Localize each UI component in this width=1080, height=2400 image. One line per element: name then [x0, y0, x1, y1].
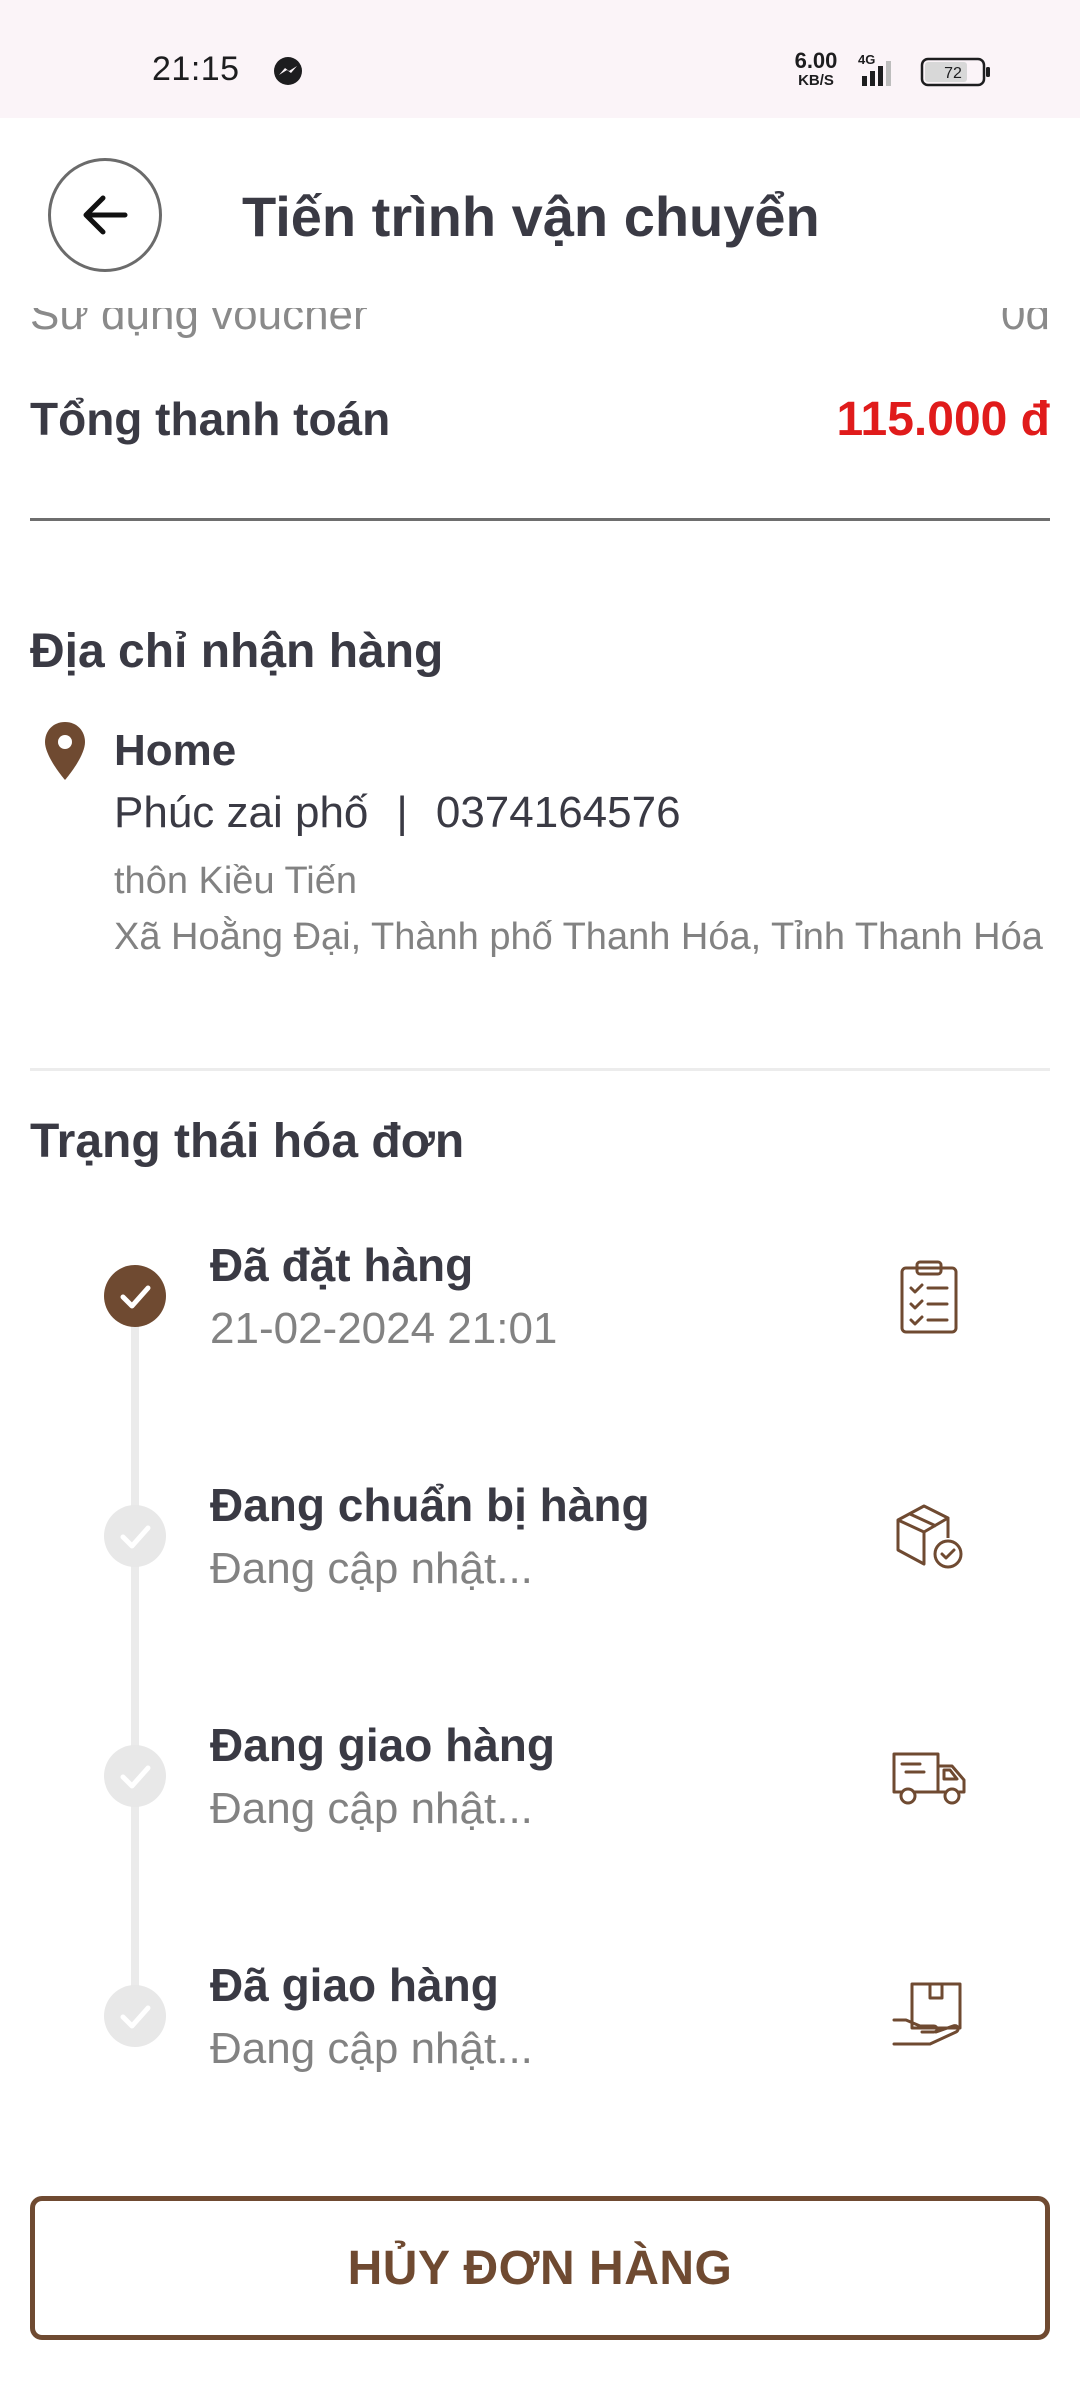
- address-line-1: thôn Kiều Tiến: [114, 860, 357, 902]
- network-speed-value: 6.00: [794, 48, 838, 73]
- total-payment-row: Tổng thanh toán 115.000 đ: [30, 392, 1050, 452]
- network-speed-unit: KB/S: [798, 72, 834, 89]
- address-line-2: Xã Hoằng Đại, Thành phố Thanh Hóa, Tỉnh …: [114, 916, 1043, 958]
- step-subtitle: Đang cập nhật...: [210, 1544, 533, 1593]
- signal-icon: 4G: [858, 52, 891, 86]
- clipboard-checklist-icon: [900, 1260, 958, 1334]
- contact-separator: |: [396, 788, 408, 837]
- cancel-order-button[interactable]: HỦY ĐƠN HÀNG: [30, 2196, 1050, 2340]
- timeline-track: [131, 1325, 139, 2005]
- step-title: Đã giao hàng: [210, 1959, 499, 2011]
- box-check-icon: [896, 1504, 963, 1569]
- check-icon: [120, 2005, 151, 2029]
- recipient-phone: 0374164576: [435, 788, 681, 837]
- messenger-icon: [274, 57, 302, 85]
- step-subtitle: Đang cập nhật...: [210, 1784, 533, 1833]
- status-time: 21:15: [152, 50, 240, 88]
- total-payment-label: Tổng thanh toán: [30, 393, 391, 445]
- recipient-name: Phúc zai phố: [114, 788, 369, 837]
- step-title: Đã đặt hàng: [210, 1239, 474, 1291]
- app-header: Tiến trình vận chuyển: [0, 118, 1080, 308]
- network-speed: 6.00 KB/S: [786, 48, 846, 89]
- back-button[interactable]: [48, 158, 162, 272]
- check-icon: [120, 1285, 151, 1309]
- page-title: Tiến trình vận chuyển: [242, 185, 820, 248]
- total-payment-value: 115.000 đ: [836, 393, 1050, 446]
- step-status-dot: [104, 1745, 166, 1807]
- check-icon: [120, 1765, 151, 1789]
- battery-level: 72: [944, 65, 962, 82]
- step-status-dot: [104, 1265, 166, 1327]
- step-subtitle: 21-02-2024 21:01: [210, 1304, 558, 1353]
- check-icon: [120, 1525, 151, 1549]
- package-hand-icon: [892, 1982, 962, 2046]
- status-bar: 21:15 6.00 KB/S 4G 72: [0, 0, 1080, 118]
- step-subtitle: Đang cập nhật...: [210, 2024, 533, 2073]
- step-title: Đang chuẩn bị hàng: [210, 1479, 650, 1531]
- divider: [30, 1068, 1050, 1071]
- battery-icon: 72: [920, 57, 990, 87]
- location-pin-icon: [45, 722, 85, 780]
- arrow-left-icon: [83, 195, 128, 235]
- delivery-truck-icon: [892, 1752, 966, 1805]
- address-section-title: Địa chỉ nhận hàng: [30, 625, 444, 678]
- address-name: Home: [114, 726, 237, 775]
- step-title: Đang giao hàng: [210, 1719, 555, 1771]
- step-status-dot: [104, 1985, 166, 2047]
- network-type: 4G: [858, 52, 875, 67]
- order-status-title: Trạng thái hóa đơn: [30, 1115, 465, 1168]
- divider: [30, 518, 1050, 521]
- address-contact: Phúc zai phố | 0374164576: [114, 788, 681, 838]
- step-status-dot: [104, 1505, 166, 1567]
